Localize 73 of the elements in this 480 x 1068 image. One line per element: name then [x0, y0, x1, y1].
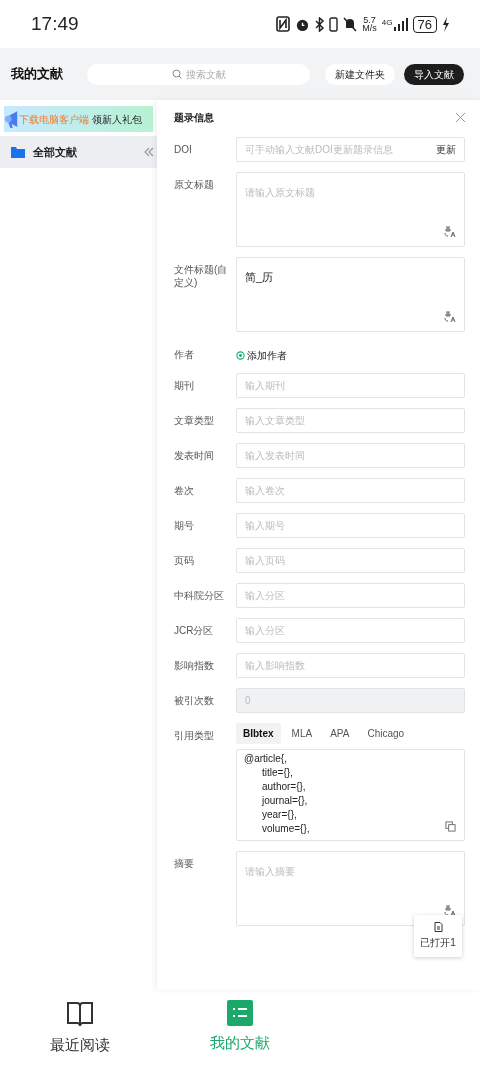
field-label: JCR分区: [174, 624, 215, 638]
field-label: 原文标题: [174, 178, 215, 192]
placeholder-text: 输入页码: [245, 554, 286, 568]
field-label: 卷次: [174, 484, 195, 498]
close-icon[interactable]: [456, 113, 465, 122]
import-button[interactable]: 导入文献: [404, 63, 464, 85]
field-value: 简_历: [245, 271, 274, 283]
field-label: 文章类型: [174, 414, 215, 428]
field-label: 摘要: [174, 857, 195, 871]
translate-icon[interactable]: [444, 311, 456, 323]
promo-text: 下载电脑客户端 领新人礼包: [19, 112, 142, 127]
citation-tab[interactable]: MLA: [284, 723, 320, 744]
field-label: 引用类型: [174, 729, 215, 743]
opened-files-button[interactable]: 已打开1: [414, 915, 462, 957]
translate-icon[interactable]: [444, 226, 456, 238]
citation-tab[interactable]: Chicago: [360, 723, 412, 744]
code-line: journal={},: [260, 794, 308, 808]
placeholder-text: 输入发表时间: [245, 449, 306, 463]
charging-icon: [442, 16, 449, 32]
placeholder-text: 请输入摘要: [245, 866, 295, 877]
placeholder-text: 搜索文献: [185, 67, 226, 82]
add-circle-icon: [236, 351, 245, 360]
field-label: 被引次数: [174, 694, 215, 708]
field-label: 发表时间: [174, 449, 215, 463]
nfc-icon: [276, 16, 291, 32]
folder-item[interactable]: 全部文献: [0, 136, 157, 168]
promo-banner[interactable]: 下载电脑客户端 领新人礼包: [4, 106, 153, 132]
network-speed: 5.7: [363, 16, 376, 24]
document-icon: [433, 922, 443, 932]
citation-tab[interactable]: BIbtex: [236, 723, 281, 744]
field-label: 作者: [174, 348, 195, 362]
status-time: 17:49: [31, 11, 79, 36]
code-line: author={},: [261, 780, 306, 794]
signal-icon: [393, 17, 408, 31]
placeholder-text: 可手动输入文献DOI更新题录信息: [245, 143, 394, 157]
textarea-field[interactable]: 简_历: [236, 257, 465, 332]
list-icon: [227, 1000, 253, 1026]
code-line: @article{,: [244, 752, 287, 766]
code-line: year={},: [261, 808, 297, 822]
vibrate-icon: [329, 16, 339, 32]
field-label: 期刊: [174, 379, 195, 393]
bluetooth-icon: [315, 16, 325, 32]
battery-indicator: 76: [412, 15, 437, 33]
network-type: 4G: [381, 17, 393, 27]
placeholder-text: 请输入原文标题: [245, 187, 315, 198]
speed-unit: M/s: [362, 24, 377, 32]
translate-icon[interactable]: [444, 905, 456, 917]
field-label: DOI: [174, 143, 193, 157]
field-label: 中科院分区: [174, 589, 225, 603]
megaphone-icon: [4, 110, 18, 128]
code-line: title={},: [261, 766, 293, 780]
nav-tab[interactable]: 最近阅读: [0, 1000, 160, 1057]
copy-icon[interactable]: [445, 821, 456, 832]
code-line: volume={},: [261, 822, 310, 836]
search-icon: [171, 69, 182, 79]
field-label: 期号: [174, 519, 195, 533]
panel-title: 题录信息: [174, 111, 214, 125]
placeholder-text: 输入卷次: [245, 484, 286, 498]
citation-code-box[interactable]: @article{, title={}, author={}, journal={}, year={}, volume={},: [236, 749, 465, 841]
field-label: 文件标题(自定义): [174, 263, 229, 290]
citation-tab[interactable]: APA: [323, 723, 357, 744]
input-field[interactable]: 可手动输入文献DOI更新题录信息 更新: [236, 137, 465, 162]
update-link[interactable]: 更新: [436, 142, 456, 157]
mute-bell-icon: [343, 16, 358, 32]
new-folder-button[interactable]: 新建文件夹: [325, 63, 395, 85]
placeholder-text: 输入期号: [245, 519, 286, 533]
page-title: 我的文献: [11, 65, 64, 84]
book-icon: [66, 1000, 94, 1028]
field-label: 页码: [174, 554, 195, 568]
field-label: 影响指数: [174, 659, 215, 673]
add-author-button[interactable]: 添加作者: [236, 342, 287, 363]
collapse-icon[interactable]: [142, 145, 156, 159]
folder-icon: [11, 146, 25, 158]
